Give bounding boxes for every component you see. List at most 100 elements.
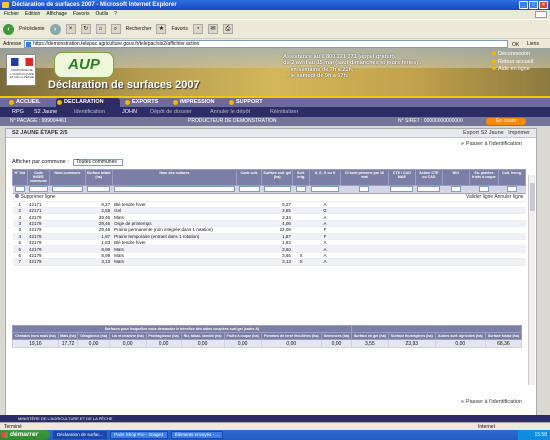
star-icon[interactable]: ★: [156, 24, 167, 34]
home-link[interactable]: Retour accueil: [492, 59, 533, 65]
culture-select[interactable]: [114, 186, 235, 193]
producer-name: PRODUCTEUR DE DEMONSTRATION: [188, 118, 277, 124]
validate-row-link[interactable]: Valider ligne: [466, 194, 493, 200]
search-button[interactable]: Rechercher: [126, 26, 152, 32]
back-button[interactable]: Précédente: [19, 26, 45, 32]
web-page: MINISTÈRE DE L'AGRICULTURE ET DE LA PÊCH…: [0, 48, 550, 422]
browser-window: Déclaration de surfaces 2007 - Microsoft…: [0, 0, 550, 440]
maximize-button[interactable]: □: [529, 1, 538, 9]
table-scrollbar[interactable]: [528, 175, 535, 385]
subnav-annuler-depot[interactable]: Annuler le dépôt: [210, 107, 250, 117]
taskbar-item[interactable]: Paint Shop Pro - Image4: [110, 431, 168, 439]
toolbar: ‹ Précédente › × ↻ ⌂ ⌕ Rechercher ★ Favo…: [0, 19, 550, 38]
mail-icon[interactable]: ✉: [207, 24, 218, 34]
close-button[interactable]: ×: [539, 1, 548, 9]
page-title: Déclaration de surfaces 2007: [48, 79, 200, 91]
back-arrow-icon[interactable]: ‹: [3, 23, 14, 35]
ie-icon: [2, 2, 9, 8]
cancel-row-link[interactable]: Annuler ligne: [494, 194, 523, 200]
favorites-button[interactable]: Favoris: [171, 26, 187, 32]
system-clock: 15:58: [518, 430, 550, 440]
surface-cult-input[interactable]: [263, 186, 291, 193]
subnav-reinitialiser[interactable]: Réinitialiser: [270, 107, 298, 117]
subnav-depot[interactable]: Dépôt de dossier: [150, 107, 192, 117]
commune-input[interactable]: [51, 186, 84, 193]
stop-icon[interactable]: ×: [65, 24, 76, 34]
tab-declaration[interactable]: DECLARATION: [56, 98, 120, 107]
status-badge: En cours: [486, 118, 526, 125]
surface-input[interactable]: [87, 186, 111, 193]
pacage-number: N° PACAGE : 999004461: [10, 118, 67, 124]
export-link[interactable]: Export S2 Jaune: [463, 130, 504, 136]
ilot-input[interactable]: [14, 186, 26, 193]
irrig-checkbox[interactable]: [296, 186, 307, 193]
subnav-rpg[interactable]: RPG: [12, 107, 24, 117]
menu-outils[interactable]: Outils: [95, 10, 108, 19]
sub-nav: RPG S2 Jaune Identification JOHN Dépôt d…: [0, 107, 550, 117]
menu-affichage[interactable]: Affichage: [46, 10, 67, 19]
recap-values-row: 19,16 17,72 0,00 0,00 0,00 0,00 0,00 0,00 0,00 3,…: [12, 339, 523, 349]
table-row[interactable]: 7 42179 3,13 Maïs 3,13 X A: [12, 258, 526, 266]
forward-arrow-icon[interactable]: ›: [49, 23, 61, 35]
tab-exports[interactable]: EXPORTS: [124, 98, 158, 107]
status-bar: Terminé Internet: [0, 422, 550, 430]
aegh-select[interactable]: [311, 186, 339, 193]
help-link[interactable]: Aide en ligne: [492, 66, 530, 72]
recap-group-header: Surfaces pour lesquelles vous demandez l…: [12, 324, 352, 334]
tab-impression[interactable]: IMPRESSION: [172, 98, 215, 107]
home-icon[interactable]: ⌂: [95, 24, 106, 34]
insee-input[interactable]: [29, 186, 48, 193]
assistance-info: Assistance au 0 800 221 371 (appel gratu…: [283, 54, 422, 80]
minimize-button[interactable]: _: [519, 1, 528, 9]
print-icon[interactable]: ⎙: [222, 24, 233, 34]
siret-number: N° SIRET : 00000000000000: [398, 118, 463, 124]
parcels-table: N° îlot Code INSEE commune Nom commune S…: [12, 169, 527, 266]
delete-row-link[interactable]: Supprimer ligne: [15, 194, 56, 200]
history-icon[interactable]: ◔: [192, 24, 203, 34]
print-link[interactable]: Imprimer: [508, 130, 530, 136]
subnav-john[interactable]: JOHN: [122, 107, 137, 117]
refresh-icon[interactable]: ↻: [80, 24, 91, 34]
subnav-s2-jaune[interactable]: S2 Jaune: [34, 107, 57, 117]
main-content: S2 JAUNE ÉTAPE 2/5 Export S2 Jaune Impri…: [5, 128, 537, 420]
subnav-identification[interactable]: Identification: [74, 107, 105, 117]
next-step-link-bottom[interactable]: Passer à l'identification: [461, 399, 522, 405]
cte-select[interactable]: [390, 186, 414, 193]
search-icon[interactable]: ⌕: [110, 24, 121, 34]
menu-bar: Fichier Edition Affichage Favoris Outils…: [0, 10, 550, 19]
new-row-inputs: [12, 185, 526, 194]
tab-accueil[interactable]: ACCUEIL: [8, 98, 40, 107]
menu-edition[interactable]: Edition: [25, 10, 40, 19]
ministry-logo: MINISTÈRE DE L'AGRICULTURE ET DE LA PÊCH…: [6, 54, 36, 86]
taskbar: démarrer Déclaration de surfac... Paint …: [0, 430, 550, 440]
title-bar: Déclaration de surfaces 2007 - Microsoft…: [0, 0, 550, 10]
address-input[interactable]: https://demonstration.telepac.agricultur…: [24, 40, 508, 48]
row-actions: Supprimer ligne Valider ligne Annuler li…: [12, 193, 526, 202]
logout-link[interactable]: Déconnexion: [492, 51, 530, 57]
taskbar-item[interactable]: Éléments envoyés - ...: [170, 431, 224, 439]
section-header: S2 JAUNE ÉTAPE 2/5 Export S2 Jaune Impri…: [6, 129, 536, 138]
recap-table: Surfaces pour lesquelles vous demandez l…: [12, 324, 523, 349]
bio-checkbox[interactable]: [450, 186, 461, 193]
fruits-checkbox[interactable]: [478, 186, 489, 193]
code-input[interactable]: [238, 186, 260, 193]
tab-support[interactable]: SUPPORT: [228, 98, 263, 107]
start-button[interactable]: démarrer: [0, 430, 50, 440]
action-select[interactable]: [417, 186, 441, 193]
address-bar: Adresse https://demonstration.telepac.ag…: [0, 38, 550, 48]
next-step-link-top[interactable]: Passer à l'identification: [461, 141, 522, 147]
commune-select[interactable]: Toutes communes: [73, 159, 124, 166]
menu-fichier[interactable]: Fichier: [4, 10, 19, 19]
menu-help[interactable]: ?: [114, 10, 117, 19]
header-banner: MINISTÈRE DE L'AGRICULTURE ET DE LA PÊCH…: [0, 48, 550, 96]
commune-filter: Afficher par commune : Toutes communes: [12, 159, 124, 166]
aup-logo: AUP: [54, 52, 114, 78]
french-flag-icon: [11, 58, 33, 66]
ci-checkbox[interactable]: [359, 186, 370, 193]
main-nav: ACCUEIL DECLARATION EXPORTS IMPRESSION S…: [0, 96, 550, 107]
scrollbar-thumb[interactable]: [530, 183, 535, 211]
herog-checkbox[interactable]: [506, 186, 517, 193]
taskbar-item[interactable]: Déclaration de surfac...: [53, 431, 108, 439]
info-bar: N° PACAGE : 999004461 PRODUCTEUR DE DEMO…: [0, 117, 550, 126]
menu-favoris[interactable]: Favoris: [73, 10, 89, 19]
